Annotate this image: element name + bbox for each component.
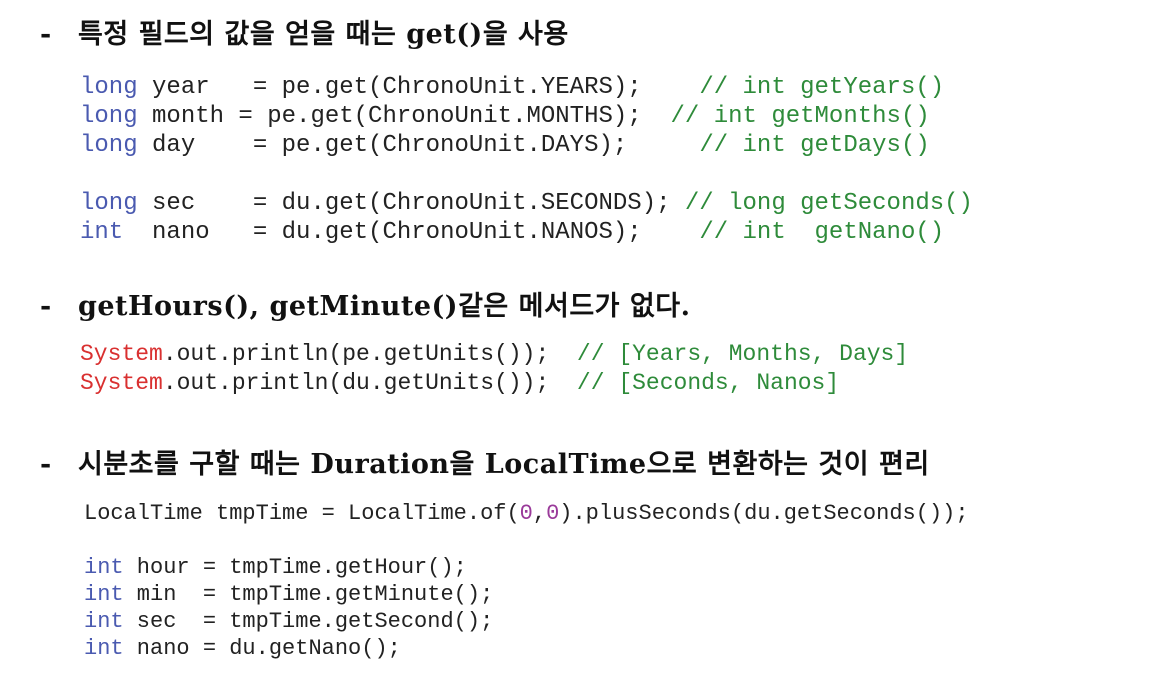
code-block-get: long year = pe.get(ChronoUnit.YEARS); //… <box>80 73 973 247</box>
code-line: long sec = du.get(ChronoUnit.SECONDS); /… <box>80 189 973 218</box>
system-class: System <box>80 341 163 367</box>
keyword: long <box>80 74 138 101</box>
number-literal: 0 <box>546 501 560 526</box>
heading-text: 시분초를 구할 때는 Duration을 LocalTime으로 변환하는 것이… <box>78 449 930 480</box>
code-comment: // int getYears() <box>699 74 945 101</box>
keyword: int <box>80 219 124 246</box>
code-line: int nano = du.get(ChronoUnit.NANOS); // … <box>80 218 973 247</box>
code-text: .out.println(du.getUnits()); <box>162 370 577 396</box>
heading-get-method: - 특정 필드의 값을 얻을 때는 get()을 사용 <box>40 18 569 52</box>
code-line: long month = pe.get(ChronoUnit.MONTHS); … <box>80 102 973 131</box>
code-text: LocalTime tmpTime = LocalTime.of( <box>84 501 520 526</box>
code-text: nano = du.getNano(); <box>123 636 401 661</box>
number-literal: 0 <box>519 501 533 526</box>
code-text: min = tmpTime.getMinute(); <box>123 582 494 607</box>
code-line: System.out.println(du.getUnits()); // [S… <box>80 369 908 398</box>
keyword: int <box>84 582 124 607</box>
code-comment: // [Years, Months, Days] <box>576 341 909 367</box>
code-line: System.out.println(pe.getUnits()); // [Y… <box>80 340 908 369</box>
keyword: int <box>84 636 124 661</box>
code-text: ).plusSeconds(du.getSeconds()); <box>559 501 969 526</box>
code-line: int nano = du.getNano(); <box>84 635 969 662</box>
code-text: hour = tmpTime.getHour(); <box>123 555 467 580</box>
code-text: month = pe.get(ChronoUnit.MONTHS); <box>137 103 671 130</box>
code-text: , <box>532 501 547 526</box>
system-class: System <box>80 370 163 396</box>
code-line: int min = tmpTime.getMinute(); <box>84 581 969 608</box>
code-text: sec = tmpTime.getSecond(); <box>123 609 494 634</box>
heading-text: getHours(), getMinute()같은 메서드가 없다. <box>78 291 691 322</box>
heading-text: 특정 필드의 값을 얻을 때는 get()을 사용 <box>78 19 569 50</box>
code-line: int hour = tmpTime.getHour(); <box>84 554 969 581</box>
code-line: LocalTime tmpTime = LocalTime.of(0,0).pl… <box>84 500 969 527</box>
code-comment: // int getDays() <box>699 132 930 159</box>
code-text: sec = du.get(ChronoUnit.SECONDS); <box>137 190 685 217</box>
code-comment: // int getMonths() <box>670 103 930 130</box>
code-line: int sec = tmpTime.getSecond(); <box>84 608 969 635</box>
bullet-dash: - <box>40 449 52 480</box>
keyword: long <box>80 132 138 159</box>
bullet-dash: - <box>40 291 52 322</box>
code-text: year = pe.get(ChronoUnit.YEARS); <box>137 74 700 101</box>
code-text: nano = du.get(ChronoUnit.NANOS); <box>123 219 700 246</box>
heading-localtime-conversion: - 시분초를 구할 때는 Duration을 LocalTime으로 변환하는 것… <box>40 448 930 482</box>
code-comment: // [Seconds, Nanos] <box>576 370 840 396</box>
code-block-localtime: LocalTime tmpTime = LocalTime.of(0,0).pl… <box>84 500 969 662</box>
code-block-getunits: System.out.println(pe.getUnits()); // [Y… <box>80 340 908 398</box>
heading-no-gethours: - getHours(), getMinute()같은 메서드가 없다. <box>40 290 691 324</box>
code-comment: // int getNano() <box>699 219 945 246</box>
keyword: int <box>84 555 124 580</box>
code-line: long year = pe.get(ChronoUnit.YEARS); //… <box>80 73 973 102</box>
code-comment: // long getSeconds() <box>684 190 973 217</box>
code-text: day = pe.get(ChronoUnit.DAYS); <box>137 132 700 159</box>
code-line: long day = pe.get(ChronoUnit.DAYS); // i… <box>80 131 973 160</box>
code-text: .out.println(pe.getUnits()); <box>162 341 577 367</box>
keyword: long <box>80 103 138 130</box>
keyword: long <box>80 190 138 217</box>
keyword: int <box>84 609 124 634</box>
bullet-dash: - <box>40 19 52 50</box>
